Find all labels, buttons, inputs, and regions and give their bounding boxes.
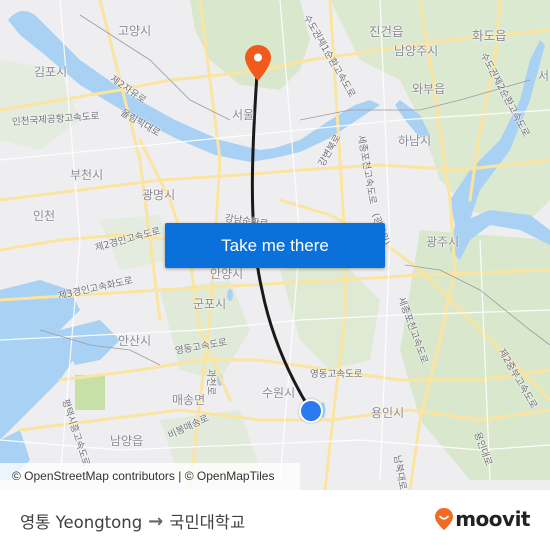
place-label-hwado: 화도읍 <box>472 28 507 43</box>
place-label-wabu: 와부읍 <box>412 82 446 96</box>
place-label-yongin: 용인시 <box>371 406 405 420</box>
road-label-gwacheon: 과천로 <box>205 369 216 396</box>
place-label-seo: 서 <box>538 69 550 83</box>
moovit-logo[interactable]: moovit <box>435 507 530 531</box>
origin-marker-icon[interactable] <box>299 399 323 423</box>
route-origin: 영통 Yeongtong <box>20 513 143 532</box>
place-label-suwon: 수원시 <box>262 386 296 400</box>
place-label-gunpo: 군포시 <box>193 297 227 311</box>
map-attribution[interactable]: © OpenStreetMap contributors | © OpenMap… <box>0 463 300 490</box>
place-label-gimpo: 김포시 <box>34 65 68 79</box>
place-label-namyang: 남양읍 <box>110 434 144 448</box>
place-label-gwangmyeong: 광명시 <box>142 188 176 202</box>
park-area <box>75 375 105 410</box>
place-label-ansan: 안산시 <box>118 334 152 348</box>
place-label-maesong: 매송면 <box>172 393 206 407</box>
moovit-pin-icon <box>435 508 454 530</box>
route-destination: 국민대학교 <box>169 513 246 532</box>
place-label-bucheon: 부천시 <box>70 168 104 182</box>
place-label-hanam: 하남시 <box>398 134 432 148</box>
route-footer: 영통 Yeongtong → 국민대학교 moovit <box>0 490 550 550</box>
place-label-gwangju: 광주시 <box>426 235 460 249</box>
place-label-seoul: 서울 <box>232 108 255 122</box>
destination-pin-icon[interactable] <box>245 45 271 81</box>
place-label-incheon: 인천 <box>33 209 56 223</box>
place-label-jingeon: 진건읍 <box>369 24 404 39</box>
route-title: 영통 Yeongtong → 국민대학교 <box>20 509 245 533</box>
map-view[interactable]: 고양시 김포시 서울 부천시 광명시 인천 안양시 군포시 안산시 매송면 남양… <box>0 0 550 490</box>
place-label-goyang: 고양시 <box>118 24 152 38</box>
place-label-namyangju: 남양주시 <box>394 44 439 58</box>
road-label-yeongdong-e: 영동고속도로 <box>310 369 363 380</box>
moovit-wordmark: moovit <box>455 507 530 531</box>
arrow-right-icon: → <box>148 510 164 532</box>
take-me-there-button[interactable]: Take me there <box>165 223 385 268</box>
